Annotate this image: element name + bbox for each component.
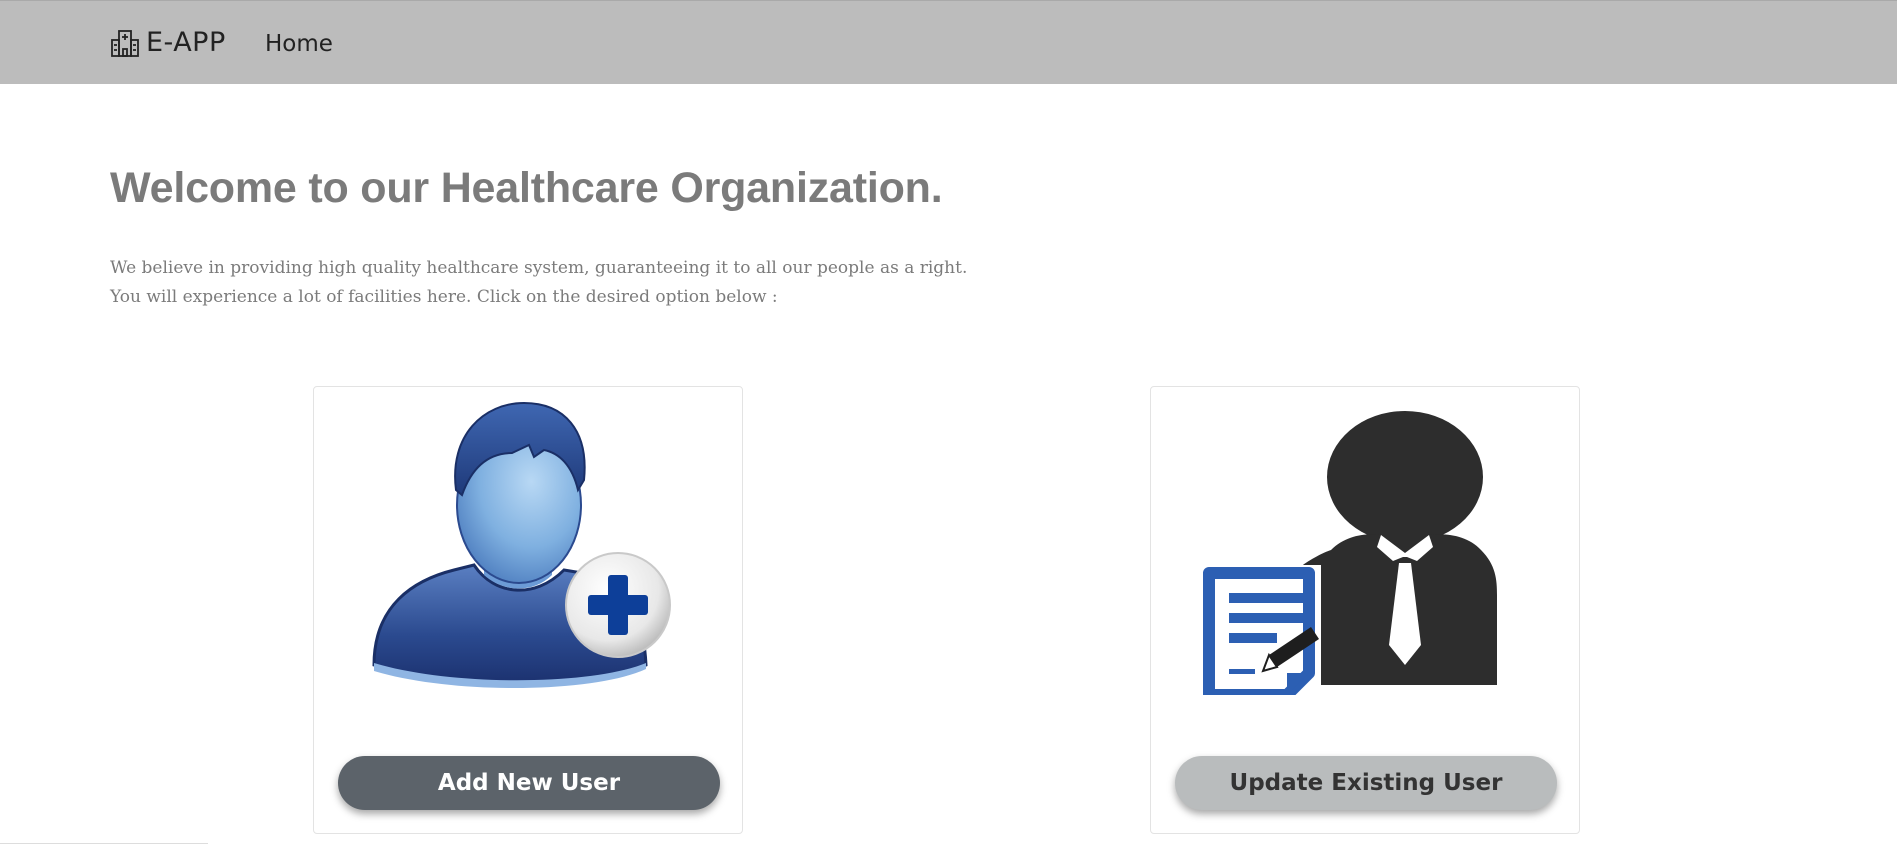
intro-line-1: We believe in providing high quality hea… [110, 258, 968, 278]
intro-line-2: You will experience a lot of facilities … [110, 287, 778, 307]
intro-text: We believe in providing high quality hea… [110, 254, 967, 312]
brand-link[interactable]: E-APP [110, 27, 226, 58]
update-user-document-icon [1201, 411, 1497, 695]
nav-home-link[interactable]: Home [265, 31, 333, 57]
add-new-user-button[interactable]: Add New User [338, 756, 720, 810]
divider [0, 843, 208, 844]
page-title: Welcome to our Healthcare Organization. [110, 164, 943, 212]
brand-text: E-APP [146, 27, 226, 58]
update-existing-user-button[interactable]: Update Existing User [1175, 756, 1557, 810]
update-user-card: Update Existing User [1150, 386, 1580, 834]
hospital-building-icon [111, 29, 139, 57]
add-user-icon [372, 401, 671, 689]
top-navbar: E-APP Home [0, 0, 1897, 84]
add-user-card: Add New User [313, 386, 743, 834]
